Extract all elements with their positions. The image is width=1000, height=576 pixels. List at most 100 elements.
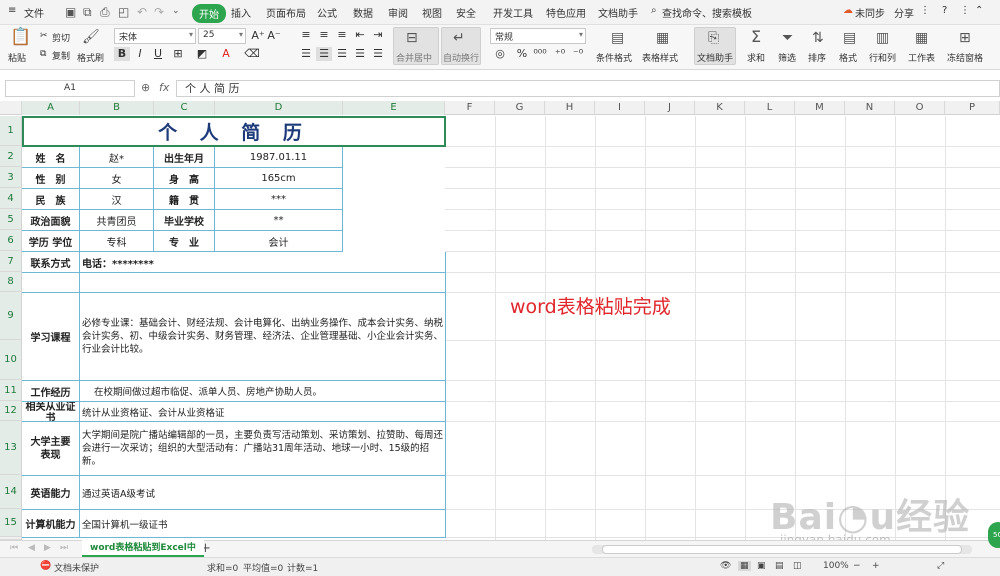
row-header[interactable]: 6: [0, 230, 22, 251]
format-painter-button[interactable]: 格式刷: [77, 51, 104, 64]
formula-input[interactable]: 个 人 简 历: [176, 80, 1000, 97]
tab-review[interactable]: 审阅: [388, 5, 408, 20]
zoom-level[interactable]: 100%: [823, 561, 849, 571]
cell-course-label[interactable]: 学习课程: [22, 293, 80, 381]
bold-button[interactable]: B: [114, 47, 130, 61]
row-header[interactable]: 10: [0, 340, 22, 380]
worksheet-button[interactable]: 工作表: [908, 51, 935, 64]
tab-developer[interactable]: 开发工具: [493, 5, 533, 20]
menu-icon[interactable]: ≡: [8, 5, 16, 16]
cell-computer-label[interactable]: 计算机能力: [22, 510, 80, 538]
increase-decimal-icon[interactable]: ⁺⁰: [552, 47, 568, 61]
eye-icon[interactable]: 👁: [720, 561, 731, 571]
font-color-icon[interactable]: A: [218, 47, 234, 61]
paste-icon[interactable]: 📋: [10, 29, 31, 46]
tab-view[interactable]: 视图: [422, 5, 442, 20]
cell-birth[interactable]: 1987.01.11: [215, 147, 343, 168]
name-box[interactable]: A1: [5, 80, 135, 97]
decrease-decimal-icon[interactable]: ⁻⁰: [570, 47, 586, 61]
column-header[interactable]: E: [343, 101, 445, 115]
tab-data[interactable]: 数据: [353, 5, 373, 20]
cut-button[interactable]: 剪切: [52, 31, 70, 44]
cell-height-label[interactable]: 身 高: [154, 168, 215, 189]
align-right-icon[interactable]: ☰: [334, 47, 350, 61]
cell-work-label[interactable]: 工作经历: [22, 381, 80, 402]
column-header[interactable]: I: [595, 101, 645, 115]
fx-label[interactable]: fx: [159, 81, 169, 94]
command-search[interactable]: 查找命令、搜索模板: [662, 5, 752, 20]
preview-icon[interactable]: ◰: [118, 5, 129, 19]
row-header[interactable]: 2: [0, 146, 22, 167]
reading-mode-icon[interactable]: ◫: [793, 561, 802, 571]
row-header[interactable]: 9: [0, 292, 22, 340]
cell-course[interactable]: 必修专业课：基础会计、财经法规、会计电算化、出纳业务操作、成本会计实务、纳税会计…: [80, 293, 446, 381]
normal-view-icon[interactable]: ▦: [738, 561, 751, 571]
select-all-corner[interactable]: [0, 101, 22, 115]
align-left-icon[interactable]: ☰: [298, 47, 314, 61]
format-painter-icon[interactable]: 🖌: [82, 30, 100, 44]
column-header[interactable]: M: [795, 101, 845, 115]
help-icon[interactable]: ?: [942, 5, 947, 16]
prev-sheet-icon[interactable]: ◀: [28, 543, 35, 553]
cell-college-label[interactable]: 大学主要表现: [22, 422, 80, 476]
cell-ethnic[interactable]: 汉: [80, 189, 154, 210]
currency-icon[interactable]: ◎: [492, 47, 508, 61]
cell-contact[interactable]: 电话：********: [80, 252, 446, 273]
row-header[interactable]: 1: [0, 116, 22, 146]
cell-native-label[interactable]: 籍 贯: [154, 189, 215, 210]
border-icon[interactable]: ⊞: [170, 47, 186, 61]
cell-contact-label[interactable]: 联系方式: [22, 252, 80, 273]
percent-icon[interactable]: %: [514, 47, 530, 61]
zoom-icon[interactable]: ⊕: [141, 81, 150, 94]
cell-computer[interactable]: 全国计算机一级证书: [80, 510, 446, 538]
number-format-select[interactable]: 常规 ▾: [490, 28, 586, 44]
row-header[interactable]: 7: [0, 251, 22, 272]
format-button[interactable]: 格式: [839, 51, 857, 64]
cell-degree[interactable]: 专科: [80, 231, 154, 252]
share-button[interactable]: 分享: [894, 5, 914, 20]
cell-cert[interactable]: 统计从业资格证、会计从业资格证: [80, 402, 446, 422]
font-shrink-icon[interactable]: A⁻: [266, 29, 282, 43]
assistant-bubble-icon[interactable]: 5G: [988, 522, 1000, 548]
sheet-tab-active[interactable]: word表格粘贴到Excel中: [82, 540, 204, 557]
column-header[interactable]: P: [945, 101, 1000, 115]
cell-gender-label[interactable]: 性 别: [22, 168, 80, 189]
row-header[interactable]: 3: [0, 167, 22, 188]
row-header[interactable]: 11: [0, 380, 22, 401]
copy-button[interactable]: 复制: [52, 49, 70, 62]
export-icon[interactable]: ⧉: [83, 5, 92, 20]
column-header[interactable]: G: [495, 101, 545, 115]
cell-gender[interactable]: 女: [80, 168, 154, 189]
page-layout-icon[interactable]: ▣: [757, 561, 766, 571]
row-header[interactable]: 4: [0, 188, 22, 209]
cell-name[interactable]: 赵*: [80, 147, 154, 168]
row-col-button[interactable]: 行和列: [869, 51, 896, 64]
save-icon[interactable]: ▣: [65, 5, 76, 19]
align-top-icon[interactable]: ≡: [298, 28, 314, 42]
more-icon[interactable]: ⋮: [920, 5, 930, 16]
underline-button[interactable]: U: [150, 47, 166, 61]
align-center-icon[interactable]: ☰: [316, 47, 332, 61]
first-sheet-icon[interactable]: ⏮: [10, 543, 18, 553]
align-middle-icon[interactable]: ≡: [316, 28, 332, 42]
cut-icon[interactable]: ✂: [40, 31, 48, 41]
cell-english-label[interactable]: 英语能力: [22, 476, 80, 510]
cell-school-label[interactable]: 毕业学校: [154, 210, 215, 231]
more-menu-icon[interactable]: ⋮: [960, 5, 970, 16]
column-header[interactable]: B: [80, 101, 154, 115]
font-name-select[interactable]: 宋体 ▾: [114, 28, 196, 44]
cell-school[interactable]: **: [215, 210, 343, 231]
sort-button[interactable]: 排序: [808, 51, 826, 64]
zoom-in-icon[interactable]: +: [872, 561, 880, 571]
resume-title-cell[interactable]: 个 人 简 历: [22, 116, 446, 147]
cell-empty[interactable]: [80, 273, 446, 293]
sum-button[interactable]: 求和: [747, 51, 765, 64]
font-grow-icon[interactable]: A⁺: [250, 29, 266, 43]
cell-major[interactable]: 会计: [215, 231, 343, 252]
font-size-select[interactable]: 25 ▾: [198, 28, 246, 44]
row-header[interactable]: 8: [0, 272, 22, 292]
tab-page-layout[interactable]: 页面布局: [266, 5, 306, 20]
freeze-panes-button[interactable]: 冻结窗格: [947, 51, 983, 64]
cell-empty[interactable]: [22, 273, 80, 293]
menu-file[interactable]: 文件: [24, 5, 44, 20]
